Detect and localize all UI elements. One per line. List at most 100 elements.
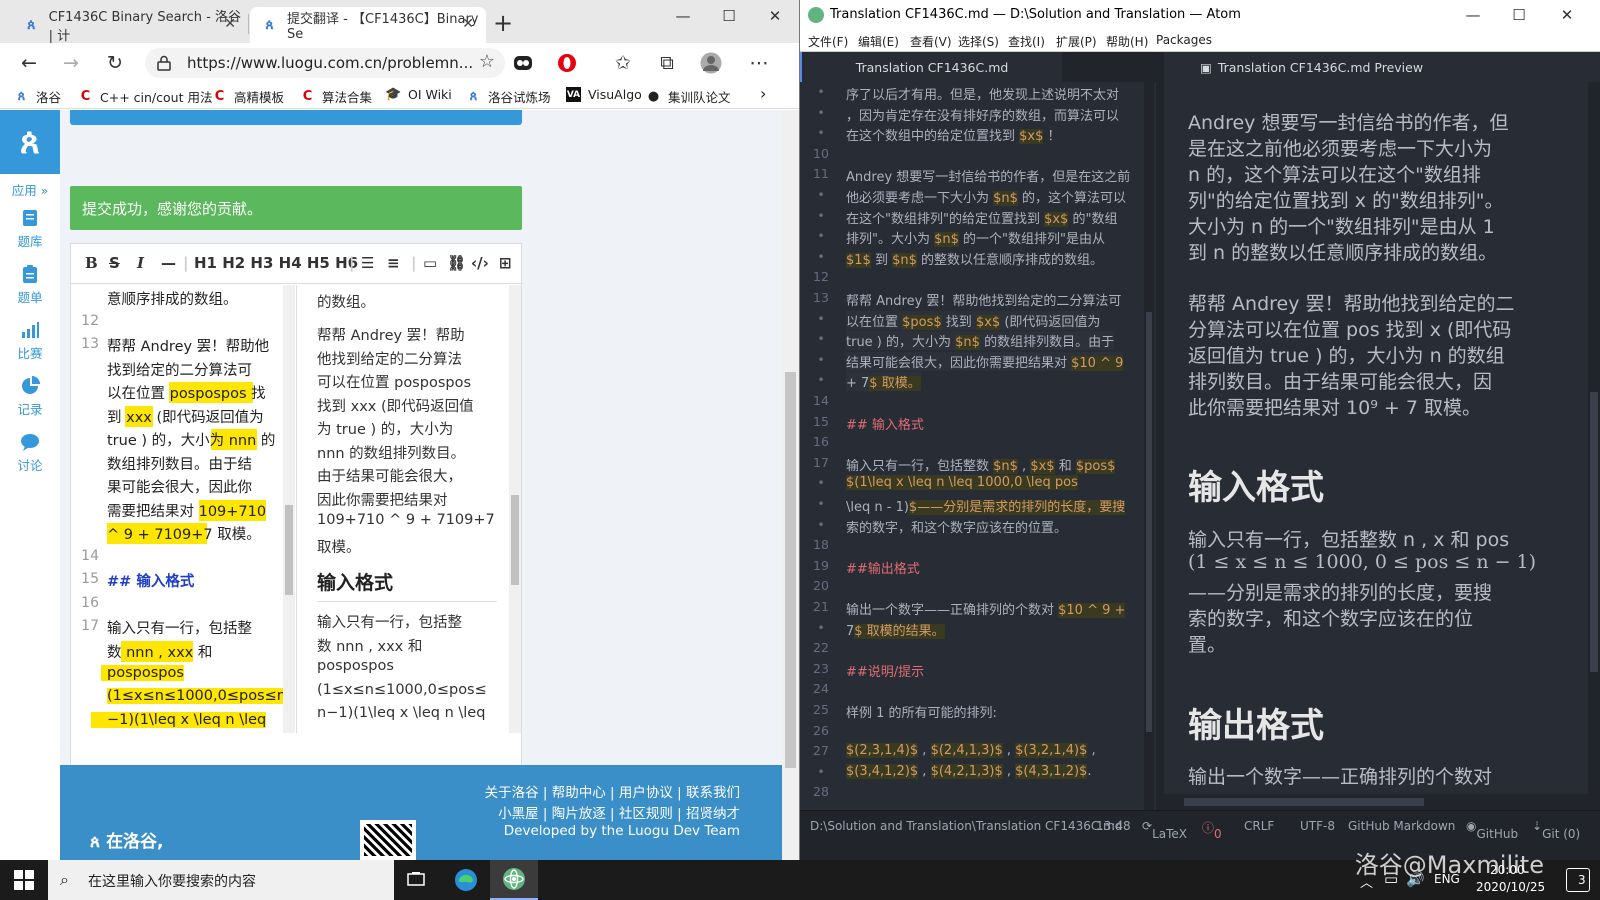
edge-taskbar-icon[interactable] xyxy=(442,860,490,900)
more-menu-icon[interactable]: ⋯ xyxy=(744,48,774,78)
maximize-button[interactable]: ☐ xyxy=(1496,0,1542,30)
clock-date[interactable]: 2020/10/25 xyxy=(1476,880,1545,894)
preview-scrollbar[interactable] xyxy=(1588,82,1600,794)
favorites-icon[interactable]: ✩ xyxy=(608,48,638,78)
back-button[interactable]: ← xyxy=(14,48,44,78)
line-number: 15 xyxy=(81,571,99,587)
gutter-line-number: • xyxy=(817,372,825,388)
italic-button[interactable]: I xyxy=(137,254,144,272)
tab-editor[interactable]: Translation CF1436C.md xyxy=(800,52,1062,82)
file-encoding[interactable]: UTF-8 xyxy=(1300,819,1335,833)
github-panel[interactable]: ◉ GitHub xyxy=(1466,819,1518,841)
git-panel[interactable]: ⇣ Git (0) xyxy=(1532,819,1580,841)
minimize-button[interactable]: — xyxy=(1450,0,1496,30)
taskbar-search-box[interactable]: ⌕ 在这里输入你要搜索的内容 xyxy=(48,860,394,900)
code-line: 序了以后才有用。但是，他发现上述说明不太对 xyxy=(846,88,1120,103)
code-line: 7$ 取模的结果。 xyxy=(846,623,945,639)
preview-hscrollbar[interactable] xyxy=(1164,794,1600,810)
menu-packages[interactable]: Packages xyxy=(1156,33,1212,47)
address-bar[interactable]: https://www.luogu.com.cn/problemn... ☆ xyxy=(145,48,505,78)
bookmark-cin-cout[interactable]: C C++ cin/cout 用法 xyxy=(78,87,213,106)
nav-contests[interactable]: 比赛 xyxy=(0,320,60,362)
menu-packages-cn[interactable]: 扩展(P) xyxy=(1056,33,1097,50)
line-ending[interactable]: CRLF xyxy=(1244,819,1274,833)
ordered-list-icon[interactable]: ≡ xyxy=(387,254,400,272)
close-window-button[interactable]: ✕ xyxy=(1544,0,1590,30)
bookmark-papers[interactable]: ● 集训队论文 xyxy=(646,87,731,106)
edge-window: ጰ CF1436C Binary Search - 洛谷 | 计 ✕ ጰ 提交翻… xyxy=(0,0,800,860)
preview-text: 到 n 的整数以任意顺序排成的数组。 xyxy=(1188,242,1498,264)
opera-adblock-icon[interactable] xyxy=(552,48,582,78)
code-line: + 7$ 取模。 xyxy=(846,372,921,392)
extension-icon[interactable] xyxy=(508,48,538,78)
footer-links[interactable]: 关于洛谷 | 帮助中心 | 用户协议 | 联系我们 xyxy=(485,781,740,801)
nav-discuss[interactable]: 讨论 xyxy=(0,432,60,474)
menu-selection[interactable]: 选择(S) xyxy=(958,33,999,50)
footer-links[interactable]: 小黑屋 | 陶片放逐 | 社区规则 | 招贤纳才 xyxy=(498,802,740,822)
close-window-button[interactable]: ✕ xyxy=(752,0,798,32)
editor-source-pane[interactable]: 意顺序排成的数组。 12 13 帮帮 Andrey 罢！帮助他 找到给定的二分算… xyxy=(71,285,297,733)
bookmark-luogu[interactable]: ጰ 洛谷 xyxy=(14,87,61,106)
menu-help[interactable]: 帮助(H) xyxy=(1106,33,1148,50)
grammar-selector[interactable]: GitHub Markdown xyxy=(1348,819,1455,833)
profile-avatar[interactable] xyxy=(696,48,726,78)
nav-problemset[interactable]: 题库 xyxy=(0,208,60,250)
lock-icon xyxy=(157,55,171,71)
menu-view[interactable]: 查看(V) xyxy=(910,33,952,50)
nav-apps[interactable]: 应用 » xyxy=(0,180,60,199)
bookmark-luogu-training[interactable]: ጰ 洛谷试炼场 xyxy=(466,87,551,106)
pane-divider[interactable] xyxy=(1156,82,1164,810)
error-count[interactable]: ⓘ 0 xyxy=(1202,819,1222,841)
unordered-list-icon[interactable]: ☰ xyxy=(361,254,374,272)
task-view-icon[interactable] xyxy=(392,860,440,900)
refresh-button[interactable]: ↻ xyxy=(100,48,130,78)
cursor-position[interactable]: 13:48 xyxy=(1096,819,1131,833)
preview-scrollbar[interactable] xyxy=(509,285,521,733)
horizontal-rule-button[interactable]: — xyxy=(161,254,176,272)
bookmark-algorithms[interactable]: C 算法合集 xyxy=(300,87,372,106)
link-icon[interactable]: ⛓ xyxy=(447,254,466,272)
atom-editor-pane[interactable]: • • • 10 11 • • • • 12 13 • • • • 14 15 16 17 • • • 18 19 20 21 • 2… xyxy=(800,82,1156,810)
menu-edit[interactable]: 编辑(E) xyxy=(858,33,899,50)
preview-line: 由于结果可能会很大， xyxy=(317,469,462,485)
atom-taskbar-icon[interactable] xyxy=(490,860,538,900)
code-line: true ) 的，大小为 $n$ 的数组排列数目。由于 xyxy=(846,331,1115,351)
bookmark-visualgo[interactable]: VA VisuAlgo xyxy=(566,87,642,102)
bookmarks-more-chevron-icon[interactable]: › xyxy=(760,84,766,103)
menu-file[interactable]: 文件(F) xyxy=(808,33,848,50)
source-scrollbar[interactable] xyxy=(283,285,295,733)
forward-button[interactable]: → xyxy=(56,48,86,78)
maximize-button[interactable]: ☐ xyxy=(706,0,752,32)
editor-preview-pane: 的数组。 帮帮 Andrey 罢！帮助 他找到给定的二分算法 可以在位置 pos… xyxy=(297,285,523,733)
tab-preview[interactable]: ▣ Translation CF1436C.md Preview xyxy=(1164,52,1600,82)
file-path[interactable]: D:\Solution and Translation\Translation … xyxy=(810,819,1122,833)
nav-records[interactable]: 记录 xyxy=(0,376,60,418)
search-icon: ⌕ xyxy=(60,870,69,889)
strikethrough-button[interactable]: S xyxy=(109,254,120,272)
bookmark-oi-wiki[interactable]: 🎓 OI Wiki xyxy=(385,87,451,102)
luogu-logo[interactable]: ጰ xyxy=(0,110,60,174)
menu-find[interactable]: 查找(I) xyxy=(1008,33,1045,50)
page-scrollbar[interactable] xyxy=(782,110,799,860)
close-tab-icon[interactable]: ✕ xyxy=(462,16,474,32)
editor-scrollbar[interactable] xyxy=(1144,82,1154,810)
bookmark-bignum[interactable]: C 高精模板 xyxy=(212,87,284,106)
bold-button[interactable]: B xyxy=(85,254,98,272)
latex-status[interactable]: ⟳ LaTeX xyxy=(1142,819,1187,841)
collections-icon[interactable]: ⧉ xyxy=(652,48,682,78)
table-icon[interactable]: ⊞ xyxy=(499,254,512,272)
code-line: 样例 1 的所有可能的排列: xyxy=(846,706,997,721)
heading-buttons[interactable]: H1 H2 H3 H4 H5 H6 xyxy=(194,254,358,272)
nav-training[interactable]: 题单 xyxy=(0,264,60,306)
minimize-button[interactable]: — xyxy=(660,0,706,32)
new-tab-button[interactable]: + xyxy=(488,8,518,38)
windows-start-icon[interactable] xyxy=(14,870,34,890)
notification-center-icon[interactable]: 3 xyxy=(1566,868,1590,892)
code-icon[interactable]: ‹/› xyxy=(471,254,489,272)
code-line: 他必须要考虑一下大小为 $n$ 的，这个算法可以 xyxy=(846,191,1127,206)
favorite-star-icon[interactable]: ☆ xyxy=(479,51,495,72)
tab-submit-translation[interactable]: ጰ 提交翻译 - 【CF1436C】Binary Se ✕ xyxy=(250,7,486,43)
image-icon[interactable]: ▭ xyxy=(423,254,437,272)
close-tab-icon[interactable]: ✕ xyxy=(224,16,236,32)
tab-luogu-problem[interactable]: ጰ CF1436C Binary Search - 洛谷 | 计 ✕ xyxy=(12,7,248,44)
